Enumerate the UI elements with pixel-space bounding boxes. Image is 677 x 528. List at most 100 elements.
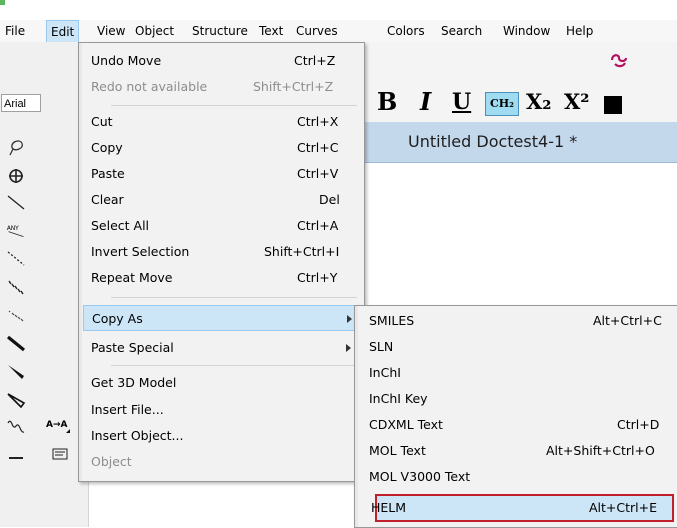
menu-text[interactable]: Text [258,23,284,39]
submenu-item-mol-text[interactable]: MOL Text Alt+Shift+Ctrl+O [359,438,671,464]
wedge-bond-tool-icon[interactable] [4,359,28,383]
submenu-item-cdxml-text[interactable]: CDXML Text Ctrl+D [359,412,671,438]
subscript-button[interactable]: X₂ [526,88,552,116]
submenu-item-helm[interactable]: HELM Alt+Ctrl+E [371,494,674,522]
menu-item-copy-as[interactable]: Copy As [83,305,360,331]
menu-item-shortcut: Ctrl+A [297,218,339,233]
menu-separator [111,105,357,106]
lasso-tool-icon[interactable] [4,136,28,160]
dashed-bond-tool-icon[interactable] [4,246,28,270]
single-bond-tool-icon[interactable] [4,190,28,214]
copy-as-submenu: SMILES Alt+Ctrl+C SLN InChI InChI Key CD… [354,305,677,528]
menu-item-label: Repeat Move [91,270,173,285]
menu-separator [111,365,357,366]
menu-item-clear[interactable]: Clear Del [83,187,358,213]
menu-item-undo-move[interactable]: Undo Move Ctrl+Z [83,48,358,74]
menu-item-shortcut: Ctrl+Y [297,270,338,285]
edit-menu: Undo Move Ctrl+Z Redo not available Shif… [78,42,365,482]
menu-item-label: Cut [91,114,113,129]
atom-map-label: A→A [46,420,68,430]
menu-window[interactable]: Window [502,23,551,39]
any-bond-label: ANY [7,226,19,232]
rotate-tool-icon[interactable] [4,164,28,188]
submenu-item-inchi[interactable]: InChI [359,360,671,386]
submenu-arrow-icon [347,315,352,323]
menu-bar: File Edit View Object Structure Text Cur… [0,20,677,43]
menu-item-object[interactable]: Object [83,449,358,475]
menu-colors[interactable]: Colors [386,23,426,39]
submenu-item-inchi-key[interactable]: InChI Key [359,386,671,412]
menu-item-label: Invert Selection [91,244,190,259]
menu-item-label: Paste Special [91,340,174,355]
menu-item-redo[interactable]: Redo not available Shift+Ctrl+Z [83,74,358,100]
underline-button[interactable]: U [452,88,471,116]
menu-item-label: Paste [91,166,125,181]
menu-item-label: Copy As [92,311,143,326]
menu-item-shortcut: Alt+Ctrl+C [593,313,662,328]
document-title: Untitled Doctest4-1 * [408,132,578,151]
bold-bond-tool-icon[interactable] [4,331,28,355]
menu-gutter [79,43,82,481]
menu-item-shortcut: Alt+Shift+Ctrl+O [546,443,655,458]
menu-item-paste-special[interactable]: Paste Special [83,335,358,361]
window-top-strip [0,0,677,20]
menu-object[interactable]: Object [134,23,175,39]
menu-item-label: Clear [91,192,124,207]
document-title-bar[interactable]: Untitled Doctest4-1 * [360,122,677,163]
menu-structure[interactable]: Structure [191,23,249,39]
menu-separator [111,297,357,298]
menu-item-label: Undo Move [91,53,162,68]
menu-item-copy[interactable]: Copy Ctrl+C [83,135,358,161]
submenu-item-mol-v3000-text[interactable]: MOL V3000 Text [359,464,671,490]
bold-button[interactable]: B [377,88,397,116]
bond-tool-bottom-icon[interactable] [4,442,28,466]
menu-item-select-all[interactable]: Select All Ctrl+A [83,213,358,239]
menu-item-shortcut: Ctrl+X [297,114,339,129]
menu-item-shortcut: Shift+Ctrl+I [264,244,340,259]
italic-button[interactable]: I [420,88,431,116]
menu-item-shortcut: Ctrl+Z [294,53,336,68]
menu-edit[interactable]: Edit [46,20,80,42]
menu-item-invert-selection[interactable]: Invert Selection Shift+Ctrl+I [83,239,358,265]
hashed-bond-tool-icon[interactable] [4,275,28,299]
submenu-arrow-icon [346,344,351,352]
menu-item-label: CDXML Text [369,417,443,432]
menu-item-insert-object[interactable]: Insert Object... [83,423,358,449]
menu-item-label: InChI [369,365,401,380]
menu-item-shortcut: Ctrl+D [617,417,660,432]
menu-item-label: HELM [371,500,407,515]
font-input[interactable]: Arial [1,94,41,112]
any-bond-tool-icon[interactable]: ANY [4,218,28,242]
wavy-bond-tool-icon[interactable] [4,414,28,438]
menu-item-label: SLN [369,339,394,354]
menu-item-shortcut: Alt+Ctrl+E [589,500,658,515]
submenu-item-smiles[interactable]: SMILES Alt+Ctrl+C [359,308,671,334]
superscript-button[interactable]: X² [564,88,590,116]
menu-file[interactable]: File [4,23,26,39]
menu-item-label: Redo not available [91,79,208,94]
menu-item-repeat-move[interactable]: Repeat Move Ctrl+Y [83,265,358,291]
text-color-button[interactable] [604,96,622,114]
menu-view[interactable]: View [96,23,126,39]
hashed-wedge-tool-icon[interactable] [4,303,28,327]
submenu-item-sln[interactable]: SLN [359,334,671,360]
menu-item-shortcut: Ctrl+V [297,166,339,181]
menu-help[interactable]: Help [565,23,594,39]
menu-item-label: MOL V3000 Text [369,469,471,484]
menu-search[interactable]: Search [440,23,483,39]
menu-item-paste[interactable]: Paste Ctrl+V [83,161,358,187]
menu-item-label: Get 3D Model [91,375,177,390]
chemistry-logo-icon [610,52,628,72]
atom-map-tool-icon[interactable]: A→A [44,414,74,438]
menu-item-label: Object [91,454,132,469]
hollow-wedge-tool-icon[interactable] [4,387,28,411]
menu-item-shortcut: Ctrl+C [297,140,339,155]
text-box-tool-icon[interactable] [48,442,72,466]
menu-item-get-3d-model[interactable]: Get 3D Model [83,370,358,396]
menu-curves[interactable]: Curves [295,23,339,39]
menu-item-insert-file[interactable]: Insert File... [83,397,358,423]
menu-item-cut[interactable]: Cut Ctrl+X [83,109,358,135]
menu-item-shortcut: Del [319,192,340,207]
chemical-style-button[interactable]: CH₂ [485,92,519,116]
menu-item-label: SMILES [369,313,415,328]
